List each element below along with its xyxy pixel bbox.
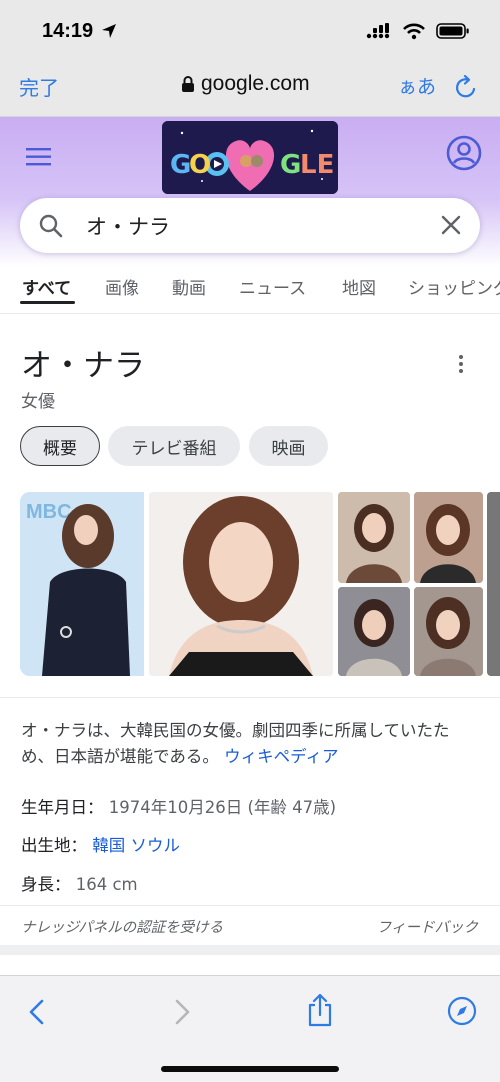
text-size-button[interactable]: ぁあ [398, 72, 436, 99]
fact-height: 身長： 164 cm [21, 871, 138, 895]
knowledge-panel-description: オ・ナラは、大韓民国の女優。劇団四季に所属していたため、日本語が堪能である。 ウ… [21, 718, 481, 770]
browser-address-bar: 完了 google.com ぁあ [0, 62, 500, 117]
feedback-link[interactable]: フィードバック [377, 916, 478, 937]
status-time: 14:19 [42, 20, 94, 42]
browser-toolbar [0, 975, 500, 1082]
fact-birth-date: 生年月日： 1974年10月26日 (年齢 47歳) [21, 794, 336, 818]
fact-value: 164 cm [75, 875, 138, 894]
chip-tv-shows[interactable]: テレビ番組 [108, 426, 240, 466]
image-thumbnail[interactable] [149, 492, 333, 676]
active-tab-indicator [20, 301, 75, 304]
tab-all[interactable]: すべて [22, 274, 71, 299]
search-box[interactable]: オ・ナラ [20, 198, 480, 253]
image-thumbnail[interactable] [487, 492, 500, 676]
hamburger-menu-icon[interactable] [26, 147, 51, 167]
google-header: G O G LE オ・ナラ [0, 117, 500, 267]
google-doodle[interactable]: G O G LE [162, 121, 338, 194]
more-options-icon[interactable] [456, 353, 466, 375]
image-thumbnail[interactable] [338, 587, 410, 676]
fact-label: 身長： [21, 875, 71, 894]
tab-videos[interactable]: 動画 [172, 274, 206, 299]
svg-text:MBC: MBC [26, 501, 72, 523]
birthplace-city-link[interactable]: ソウル [131, 836, 181, 855]
photo-actress-3 [338, 587, 410, 676]
knowledge-panel-title: オ・ナラ [21, 348, 145, 384]
tab-maps[interactable]: 地図 [342, 274, 376, 299]
svg-text:G: G [280, 150, 301, 180]
tab-news[interactable]: ニュース [239, 274, 306, 299]
location-arrow-icon [102, 24, 116, 38]
done-button[interactable]: 完了 [19, 72, 59, 101]
image-thumbnail[interactable] [414, 492, 483, 583]
search-icon[interactable] [38, 213, 64, 239]
knowledge-panel-footer: ナレッジパネルの認証を受ける フィードバック [0, 905, 500, 945]
tab-shopping[interactable]: ショッピング [408, 274, 500, 299]
photo-actress-4 [414, 587, 483, 676]
fact-label: 出生地： [21, 836, 87, 855]
svg-text:LE: LE [300, 150, 334, 180]
cellular-signal-icon [366, 23, 390, 39]
photo-actress-1 [338, 492, 410, 583]
birthplace-country-link[interactable]: 韓国 [92, 836, 125, 855]
svg-text:O: O [189, 150, 211, 180]
home-indicator [161, 1066, 339, 1072]
divider [0, 697, 500, 698]
url-field[interactable]: google.com [181, 72, 310, 96]
tab-images[interactable]: 画像 [105, 274, 139, 299]
reload-icon[interactable] [454, 74, 478, 100]
forward-icon[interactable] [171, 998, 193, 1026]
fact-birthplace: 出生地： 韓国 ソウル [21, 832, 180, 856]
chip-movies[interactable]: 映画 [249, 426, 328, 466]
clear-icon[interactable] [440, 214, 462, 236]
fact-label: 生年月日： [21, 798, 104, 817]
back-icon[interactable] [26, 998, 48, 1026]
status-icons [366, 22, 470, 40]
account-icon[interactable] [446, 135, 482, 171]
knowledge-panel-subtitle: 女優 [21, 392, 55, 412]
photo-actress-2 [414, 492, 483, 583]
compass-icon[interactable] [447, 996, 477, 1026]
search-input[interactable]: オ・ナラ [86, 211, 170, 241]
status-bar: 14:19 [0, 0, 500, 62]
image-thumbnail[interactable]: MBC [20, 492, 144, 676]
battery-icon [436, 23, 469, 39]
url-text: google.com [201, 72, 310, 95]
search-tabs: すべて 画像 動画 ニュース 地図 ショッピング [0, 268, 500, 314]
chip-overview[interactable]: 概要 [20, 426, 100, 466]
section-separator [0, 945, 500, 955]
doodle-art: G O G LE [162, 121, 338, 194]
lock-icon [182, 76, 194, 92]
fact-value: 1974年10月26日 (年齢 47歳) [108, 798, 337, 817]
photo-actress-standing: MBC [20, 492, 144, 676]
image-thumbnail[interactable] [338, 492, 410, 583]
wikipedia-link[interactable]: ウィキペディア [224, 747, 338, 766]
wifi-icon [403, 23, 425, 40]
image-thumbnail[interactable] [414, 587, 483, 676]
share-icon[interactable] [306, 993, 334, 1027]
claim-panel-link[interactable]: ナレッジパネルの認証を受ける [21, 916, 223, 937]
photo-actress-portrait [149, 492, 333, 676]
